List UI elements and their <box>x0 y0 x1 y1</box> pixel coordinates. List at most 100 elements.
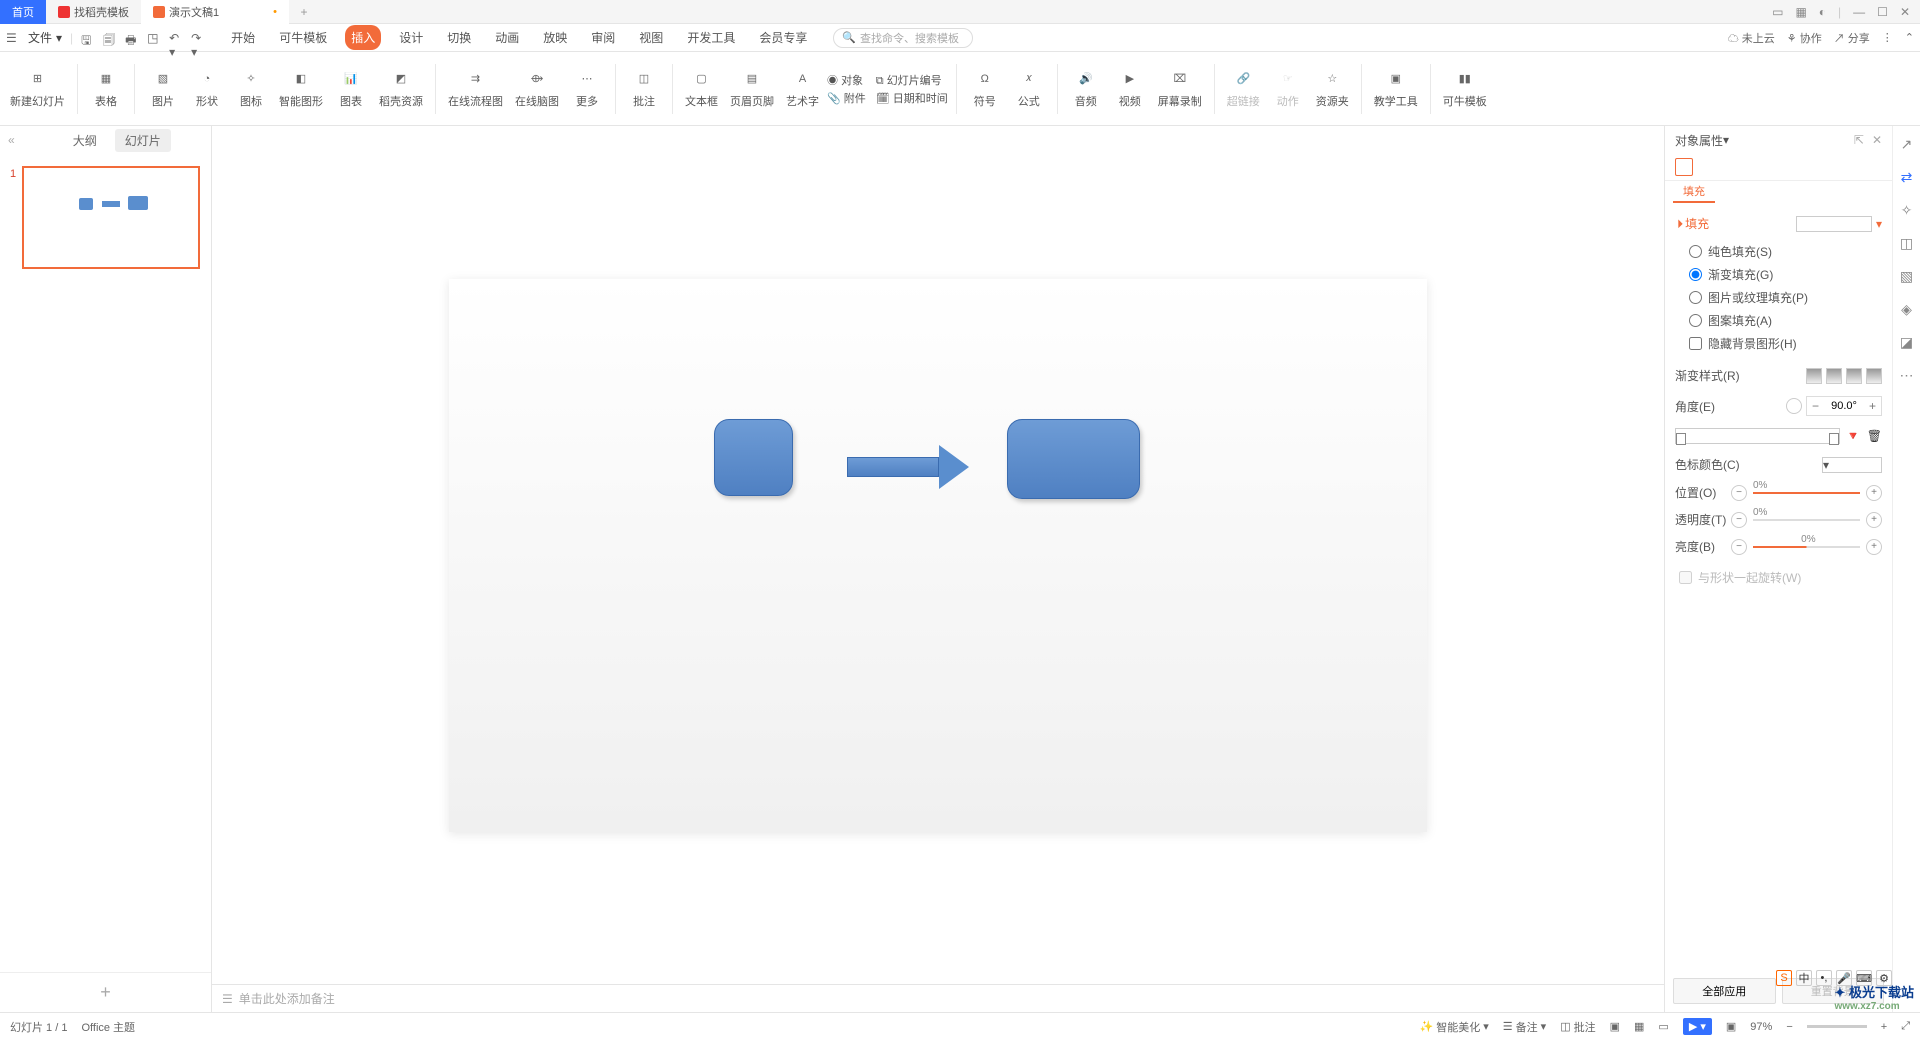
side-template-icon[interactable]: ◫ <box>1900 235 1913 252</box>
ribbon-attach[interactable]: 📎 附件 <box>827 90 866 106</box>
ribbon-datetime[interactable]: 🗓 日期和时间 <box>876 90 948 106</box>
print-icon[interactable]: 🖶 <box>125 31 139 45</box>
stop-color-swatch[interactable]: ▾ <box>1822 457 1882 473</box>
rp-section-fill[interactable]: 填充▾ <box>1675 215 1882 232</box>
status-slide[interactable]: 幻灯片 1 / 1 <box>10 1019 67 1035</box>
menu-tab-konu[interactable]: 可牛模板 <box>273 25 333 50</box>
tab-template[interactable]: 找稻壳模板 <box>46 0 141 24</box>
redo-icon[interactable]: ↷ ▾ <box>191 31 205 45</box>
thumbnail-row[interactable]: 1 <box>0 162 211 279</box>
more-icon[interactable]: ⋮ <box>1882 31 1893 44</box>
ribbon-icon[interactable]: ✧图标 <box>231 54 271 124</box>
grid-icon[interactable]: ▦ <box>1795 5 1806 19</box>
radio-gradient[interactable]: 渐变填充(G) <box>1675 263 1882 286</box>
fill-swatch[interactable] <box>1796 216 1872 232</box>
maximize-icon[interactable]: ☐ <box>1877 5 1888 19</box>
shape-rounded-rect-2[interactable] <box>1007 419 1140 499</box>
pos-plus[interactable]: + <box>1866 485 1882 501</box>
shape-rounded-rect-1[interactable] <box>714 419 793 496</box>
view-reading-icon[interactable]: ▭ <box>1658 1020 1668 1033</box>
saveas-icon[interactable]: 🗐 <box>103 31 117 45</box>
notes-bar[interactable]: ☰ 单击此处添加备注 <box>212 984 1664 1012</box>
side-image-icon[interactable]: ▧ <box>1900 268 1913 285</box>
ribbon-resfolder[interactable]: ☆资源夹 <box>1312 54 1353 124</box>
rp-tab-icon[interactable] <box>1665 154 1892 181</box>
ribbon-chart[interactable]: 📊图表 <box>331 54 371 124</box>
radio-pattern[interactable]: 图案填充(A) <box>1675 309 1882 332</box>
save-icon[interactable]: 🖫 <box>81 31 95 45</box>
close-icon[interactable]: ✕ <box>1900 5 1910 19</box>
tab-document[interactable]: 演示文稿1• <box>141 0 289 24</box>
layout1-icon[interactable]: ▭ <box>1772 5 1783 19</box>
ribbon-more[interactable]: ⋯更多 <box>567 54 607 124</box>
shape-arrow[interactable] <box>847 445 969 489</box>
side-dots-icon[interactable]: ⋯ <box>1900 367 1914 384</box>
slide[interactable] <box>449 279 1427 832</box>
menu-tab-view[interactable]: 视图 <box>633 25 669 50</box>
ribbon-action[interactable]: ☞动作 <box>1268 54 1308 124</box>
radio-picture[interactable]: 图片或纹理填充(P) <box>1675 286 1882 309</box>
ime-icon[interactable]: S <box>1776 970 1792 986</box>
skin-icon[interactable]: ◐ <box>1819 5 1826 19</box>
menu-tab-member[interactable]: 会员专享 <box>753 25 813 50</box>
ribbon-new-slide[interactable]: ⊞新建幻灯片 <box>6 54 69 124</box>
status-comments[interactable]: ◫ 批注 <box>1560 1019 1595 1035</box>
ribbon-shape[interactable]: ◔形状 <box>187 54 227 124</box>
minimize-icon[interactable]: — <box>1853 5 1865 19</box>
grad-style-buttons[interactable] <box>1806 368 1882 384</box>
ribbon-video[interactable]: ▶视频 <box>1110 54 1150 124</box>
ribbon-formula[interactable]: 𝑥公式 <box>1009 54 1049 124</box>
check-hide[interactable]: 隐藏背景图形(H) <box>1675 332 1882 355</box>
canvas-main[interactable] <box>212 126 1664 984</box>
tab-home[interactable]: 首页 <box>0 0 46 24</box>
add-slide-button[interactable]: + <box>0 972 211 1012</box>
ribbon-textbox[interactable]: ▢文本框 <box>681 54 722 124</box>
menu-tab-review[interactable]: 审阅 <box>585 25 621 50</box>
pos-minus[interactable]: − <box>1731 485 1747 501</box>
zoom-out-icon[interactable]: − <box>1786 1021 1792 1033</box>
ribbon-image[interactable]: ▧图片 <box>143 54 183 124</box>
ime-punct[interactable]: •, <box>1816 970 1832 986</box>
hamburger-icon[interactable]: ☰ <box>6 31 20 45</box>
status-theme[interactable]: Office 主题 <box>81 1019 135 1035</box>
ribbon-table[interactable]: ▦表格 <box>86 54 126 124</box>
view-sorter-icon[interactable]: ▦ <box>1634 1020 1644 1033</box>
view-normal-icon[interactable]: ▣ <box>1610 1020 1620 1033</box>
ribbon-comment[interactable]: ◫批注 <box>624 54 664 124</box>
menu-tab-dev[interactable]: 开发工具 <box>681 25 741 50</box>
ribbon-object[interactable]: ◉ 对象 <box>827 72 866 88</box>
expand-icon[interactable]: ⤢ <box>1901 1020 1910 1033</box>
collab-button[interactable]: ⚘ 协作 <box>1787 30 1822 46</box>
zoom-in-icon[interactable]: + <box>1881 1021 1887 1033</box>
ribbon-header[interactable]: ▤页眉页脚 <box>726 54 778 124</box>
bright-minus[interactable]: − <box>1731 539 1747 555</box>
ribbon-konu[interactable]: ▮▮可牛模板 <box>1439 54 1491 124</box>
tab-slides[interactable]: 幻灯片 <box>115 129 171 152</box>
remove-stop-icon[interactable]: 🗑 <box>1867 429 1882 443</box>
apply-all-button[interactable]: 全部应用 <box>1673 978 1776 1004</box>
chevron-up-icon[interactable]: ⌃ <box>1905 31 1914 44</box>
file-menu[interactable]: 文件 ▾ <box>28 29 62 46</box>
ribbon-hyperlink[interactable]: 🔗超链接 <box>1223 54 1264 124</box>
menu-tab-transition[interactable]: 切换 <box>441 25 477 50</box>
zoom-level[interactable]: 97% <box>1750 1021 1772 1033</box>
bright-plus[interactable]: + <box>1866 539 1882 555</box>
tab-add[interactable]: + <box>289 5 319 19</box>
ribbon-online-mind[interactable]: ⟴在线脑图 <box>511 54 563 124</box>
gradient-bar[interactable]: 🔻 🗑 <box>1675 428 1882 444</box>
thumbnail[interactable] <box>22 166 200 269</box>
search-input[interactable]: 🔍查找命令、搜索模板 <box>833 28 973 48</box>
slideshow-button[interactable]: ▶ ▾ <box>1683 1018 1712 1035</box>
ribbon-record[interactable]: ⌧屏幕录制 <box>1154 54 1206 124</box>
side-arrow-icon[interactable]: ↗ <box>1901 136 1913 153</box>
trans-plus[interactable]: + <box>1866 512 1882 528</box>
ribbon-slide-num[interactable]: ⧉ 幻灯片编号 <box>876 72 948 88</box>
ribbon-audio[interactable]: 🔊音频 <box>1066 54 1106 124</box>
tab-outline[interactable]: 大纲 <box>63 129 107 152</box>
cloud-status[interactable]: ☁ 未上云 <box>1728 30 1775 46</box>
side-diamond-icon[interactable]: ◈ <box>1901 301 1912 318</box>
fit-icon[interactable]: ▣ <box>1726 1020 1736 1033</box>
angle-dial[interactable] <box>1786 398 1802 414</box>
zoom-slider[interactable] <box>1807 1025 1867 1028</box>
preview-icon[interactable]: ◳ <box>147 31 161 45</box>
